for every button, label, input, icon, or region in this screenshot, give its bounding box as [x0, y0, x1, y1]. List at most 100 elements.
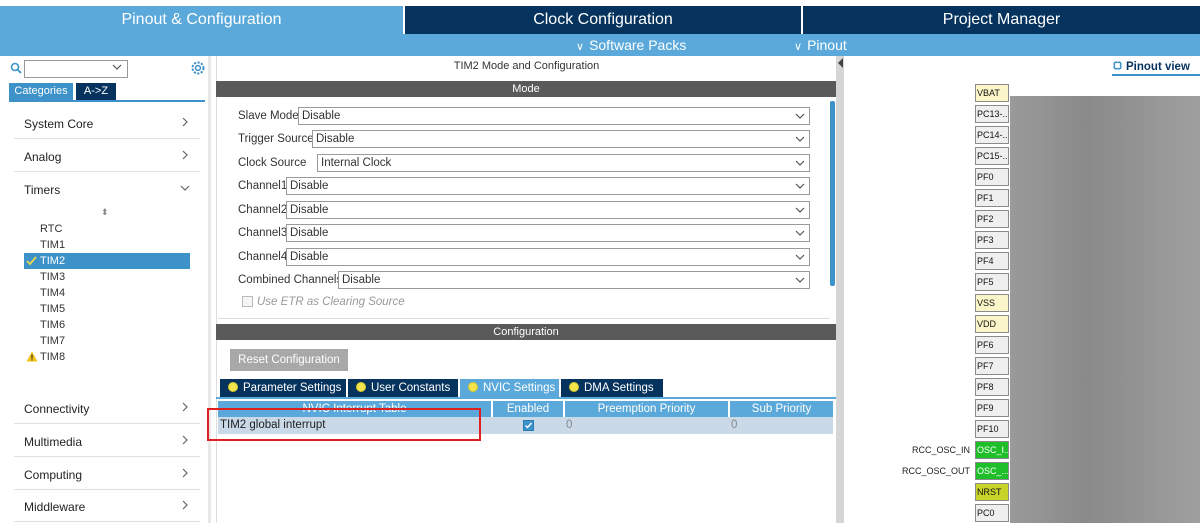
category-connectivity[interactable]: Connectivity — [14, 392, 200, 424]
sidebar-scrollbar[interactable] — [208, 56, 211, 523]
tab-label: Parameter Settings — [243, 382, 342, 394]
tab-clock-configuration[interactable]: Clock Configuration — [405, 6, 801, 34]
mode-label: Clock Source — [238, 157, 307, 169]
select-value: Disable — [316, 133, 355, 145]
pin-pf6[interactable]: PF6 — [975, 336, 1009, 354]
pinout-view-label: Pinout view — [1126, 61, 1190, 73]
pin-pf5[interactable]: PF5 — [975, 273, 1009, 291]
pin-pc0[interactable]: PC0 — [975, 504, 1009, 522]
timer-item-tim1[interactable]: TIM1 — [24, 237, 190, 253]
tab-project-manager[interactable]: Project Manager — [803, 6, 1200, 34]
tab-pinout-configuration[interactable]: Pinout & Configuration — [0, 6, 403, 34]
pin-pf0[interactable]: PF0 — [975, 168, 1009, 186]
tab-nvic-settings[interactable]: NVIC Settings — [460, 379, 559, 397]
panel-divider — [216, 56, 217, 523]
categories-sidebar: Categories A->Z System Core Analog Timer… — [0, 56, 211, 523]
pin-pf9[interactable]: PF9 — [975, 399, 1009, 417]
timer-item-tim2[interactable]: TIM2 — [24, 253, 190, 269]
combined-channels-select[interactable]: Disable — [338, 271, 810, 289]
search-icon[interactable] — [10, 62, 22, 74]
status-dot-icon — [356, 382, 366, 392]
pin-nrst[interactable]: NRST — [975, 483, 1009, 501]
chevron-right-icon — [182, 468, 188, 478]
chevron-down-icon — [795, 277, 805, 283]
category-analog[interactable]: Analog — [14, 140, 200, 172]
pin-pf4[interactable]: PF4 — [975, 252, 1009, 270]
slave-mode-select[interactable]: Disable — [298, 107, 810, 125]
channel2-select[interactable]: Disable — [286, 201, 810, 219]
sort-icon[interactable]: ⬍ — [101, 207, 109, 218]
pin-pf8[interactable]: PF8 — [975, 378, 1009, 396]
tab-dma-settings[interactable]: DMA Settings — [561, 379, 663, 397]
pin-pc14[interactable]: PC14-... — [975, 126, 1009, 144]
category-label: Computing — [24, 468, 83, 482]
timer-item-tim6[interactable]: TIM6 — [24, 317, 190, 333]
pin-pf1[interactable]: PF1 — [975, 189, 1009, 207]
category-label: Connectivity — [24, 402, 90, 416]
tab-a-to-z[interactable]: A->Z — [76, 83, 116, 100]
preemption-priority-value[interactable]: 0 — [566, 417, 572, 434]
category-middleware[interactable]: Middleware — [14, 490, 200, 522]
mode-row-clock-source: Clock Source Internal Clock — [238, 154, 810, 172]
mode-label: Channel1 — [238, 180, 288, 192]
timer-item-rtc[interactable]: RTC — [24, 221, 190, 237]
clock-source-select[interactable]: Internal Clock — [317, 154, 810, 172]
category-timers[interactable]: Timers — [14, 173, 200, 205]
mode-row-channel1: Channel1 Disable — [238, 177, 810, 195]
timer-label: TIM4 — [40, 287, 66, 299]
category-computing[interactable]: Computing — [14, 458, 200, 490]
pin-pf2[interactable]: PF2 — [975, 210, 1009, 228]
tab-categories[interactable]: Categories — [9, 83, 73, 100]
timer-item-tim7[interactable]: TIM7 — [24, 333, 190, 349]
pin-pc13[interactable]: PC13-... — [975, 105, 1009, 123]
pin-osc[interactable]: OSC_... — [975, 462, 1009, 480]
gear-icon[interactable] — [190, 60, 206, 76]
select-value: Disable — [302, 110, 341, 122]
status-dot-icon — [569, 382, 579, 392]
pin-vbat[interactable]: VBAT — [975, 84, 1009, 102]
chevron-right-icon — [182, 500, 188, 510]
column-header-preemption-priority: Preemption Priority — [565, 401, 728, 417]
pin-pf10[interactable]: PF10 — [975, 420, 1009, 438]
use-etr-checkbox[interactable]: Use ETR as Clearing Source — [242, 296, 405, 308]
tab-parameter-settings[interactable]: Parameter Settings — [220, 379, 346, 397]
channel4-select[interactable]: Disable — [286, 248, 810, 266]
pin-vdd[interactable]: VDD — [975, 315, 1009, 333]
pinout-menu[interactable]: ∨ Pinout — [794, 36, 847, 54]
reset-configuration-button[interactable]: Reset Configuration — [230, 349, 348, 371]
software-packs-menu[interactable]: ∨ Software Packs — [576, 36, 686, 54]
pin-vss[interactable]: VSS — [975, 294, 1009, 312]
panel-splitter[interactable] — [836, 56, 844, 523]
pinout-view-tab[interactable]: Pinout view — [1112, 60, 1200, 76]
etr-label: Use ETR as Clearing Source — [257, 296, 405, 308]
mode-scrollbar[interactable] — [830, 101, 835, 286]
category-label: System Core — [24, 117, 94, 131]
sub-priority-value[interactable]: 0 — [731, 417, 737, 434]
chevron-down-icon: ∨ — [576, 41, 585, 53]
mode-label: Channel3 — [238, 227, 288, 239]
channel1-select[interactable]: Disable — [286, 177, 810, 195]
column-header-sub-priority: Sub Priority — [730, 401, 833, 417]
pin-pf7[interactable]: PF7 — [975, 357, 1009, 375]
enabled-checkbox[interactable] — [523, 420, 534, 431]
chevron-down-icon — [795, 254, 805, 260]
category-multimedia[interactable]: Multimedia — [14, 425, 200, 457]
category-system-core[interactable]: System Core — [14, 107, 200, 139]
chevron-down-icon — [795, 160, 805, 166]
warning-icon — [26, 351, 38, 362]
collapse-arrow-icon[interactable] — [838, 58, 843, 68]
timer-item-tim8[interactable]: TIM8 — [24, 349, 190, 365]
pin-osc-i[interactable]: OSC_I... — [975, 441, 1009, 459]
timer-item-tim5[interactable]: TIM5 — [24, 301, 190, 317]
chevron-down-icon — [180, 185, 190, 191]
trigger-source-select[interactable]: Disable — [312, 130, 810, 148]
timer-item-tim4[interactable]: TIM4 — [24, 285, 190, 301]
channel3-select[interactable]: Disable — [286, 224, 810, 242]
timer-label: TIM3 — [40, 271, 66, 283]
tab-user-constants[interactable]: User Constants — [348, 379, 458, 397]
chevron-right-icon — [182, 150, 188, 160]
chevron-down-icon[interactable] — [112, 63, 122, 71]
timer-item-tim3[interactable]: TIM3 — [24, 269, 190, 285]
pin-pf3[interactable]: PF3 — [975, 231, 1009, 249]
pin-pc15[interactable]: PC15-... — [975, 147, 1009, 165]
